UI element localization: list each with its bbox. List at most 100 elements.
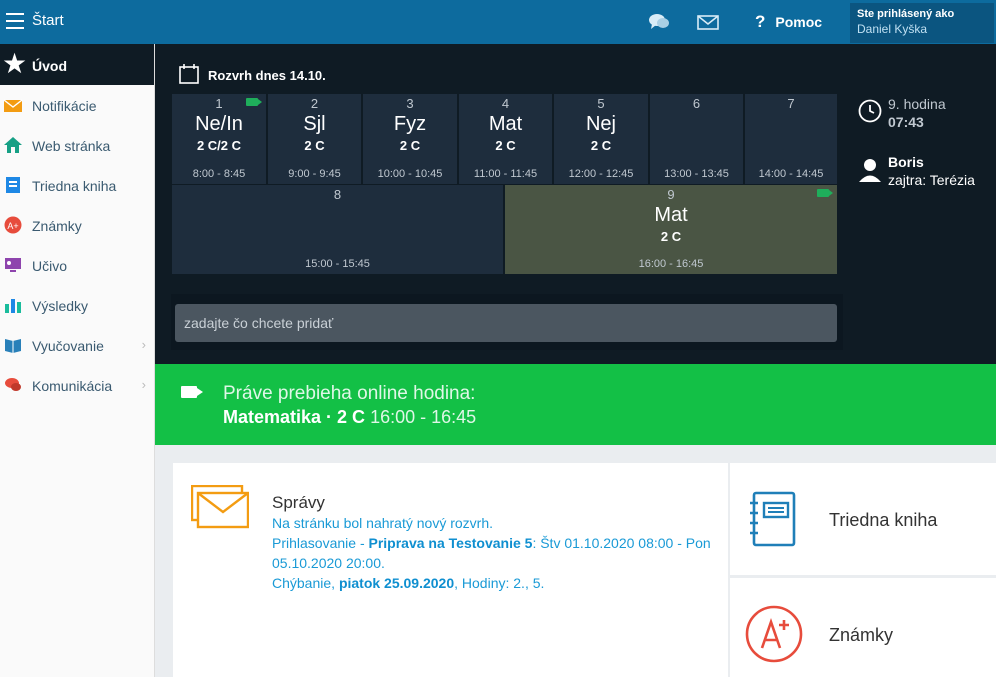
sidebar-item-label: Výsledky xyxy=(32,298,89,314)
help-button[interactable]: ? Pomoc xyxy=(755,12,822,32)
sidebar-item-notifikacie[interactable]: Notifikácie xyxy=(0,85,154,125)
monitor-icon xyxy=(5,258,21,272)
messages-list: Na stránku bol nahratý nový rozvrh. Prih… xyxy=(272,513,722,593)
sidebar-item-label: Známky xyxy=(32,218,82,234)
message-bold: Priprava na Testovanie 5 xyxy=(368,535,533,551)
top-bar: Štart ? Pomoc Ste prihlásený ako Daniel K… xyxy=(0,0,996,44)
online-lesson-line: Matematika · 2 C 16:00 - 16:45 xyxy=(223,407,476,428)
page-title[interactable]: Štart xyxy=(32,12,64,29)
mail-icon[interactable] xyxy=(697,15,719,30)
sidebar-item-vyucovanie[interactable]: Vyučovanie › xyxy=(0,325,154,365)
sidebar-item-label: Učivo xyxy=(32,258,68,274)
tile-triedna-kniha[interactable]: Triedna kniha xyxy=(730,463,996,575)
lesson-number: 9 xyxy=(667,187,675,202)
lesson-time: 14:00 - 14:45 xyxy=(758,168,824,180)
schedule-title-label: Rozvrh dnes 14.10. xyxy=(208,68,326,83)
sidebar-item-label: Vyučovanie xyxy=(32,338,104,354)
clock-icon xyxy=(858,99,882,123)
lesson-number: 2 xyxy=(310,96,319,111)
sidebar-item-vysledky[interactable]: Výsledky xyxy=(0,285,154,325)
messages-card[interactable]: Správy Na stránku bol nahratý nový rozvr… xyxy=(173,463,728,677)
open-book-icon xyxy=(5,339,21,353)
message-text: Prihlasovanie - xyxy=(272,535,369,551)
add-input[interactable]: zadajte čo chcete pridať xyxy=(175,304,837,342)
lesson-number: 4 xyxy=(501,96,510,111)
tile-znamky[interactable]: Známky xyxy=(730,578,996,677)
sidebar-item-ucivo[interactable]: Učivo xyxy=(0,245,154,285)
lesson-cell-6[interactable]: 6 13:00 - 13:45 xyxy=(650,94,743,184)
lesson-cell-9-current[interactable]: 9 Mat 2 C 16:00 - 16:45 xyxy=(505,185,837,274)
lesson-subject: Sjl xyxy=(303,113,326,135)
user-name: Daniel Kyška xyxy=(857,22,928,36)
svg-text:A+: A+ xyxy=(7,221,18,231)
online-lesson-banner[interactable]: Práve prebieha online hodina: Matematika… xyxy=(155,364,996,445)
lesson-time: 13:00 - 13:45 xyxy=(664,168,729,180)
chat-bubbles-icon[interactable] xyxy=(648,12,670,32)
video-camera-icon xyxy=(817,189,833,197)
video-camera-icon xyxy=(181,386,203,398)
lesson-class: 2 C xyxy=(399,138,421,153)
user-title: Ste prihlásený ako xyxy=(857,8,955,20)
lesson-cell-2[interactable]: 2 Sjl 2 C 9:00 - 9:45 xyxy=(268,94,361,184)
duty-tomorrow: zajtra: Terézia xyxy=(888,172,975,188)
add-box: zadajte čo chcete pridať xyxy=(171,294,843,350)
lesson-class: 2 C xyxy=(495,138,516,153)
envelopes-icon xyxy=(191,485,249,529)
lesson-subject: Mat xyxy=(488,113,523,135)
chevron-right-icon: › xyxy=(141,377,146,392)
message-text: Na stránku bol nahratý nový rozvrh. xyxy=(272,515,493,531)
lesson-time: 9:00 - 9:45 xyxy=(288,168,341,180)
user-box[interactable]: Ste prihlásený ako Daniel Kyška xyxy=(850,3,994,43)
help-label: Pomoc xyxy=(775,14,823,30)
help-icon: ? xyxy=(755,12,766,31)
lesson-subject: Fyz xyxy=(393,113,427,135)
notebook-icon xyxy=(750,491,796,547)
online-subject: Matematika · 2 C xyxy=(223,407,366,427)
lesson-time: 15:00 - 15:45 xyxy=(305,258,370,270)
lesson-subject: Ne/In xyxy=(195,113,243,135)
lesson-cell-8[interactable]: 8 15:00 - 15:45 xyxy=(172,185,503,274)
message-item[interactable]: Chýbanie, piatok 25.09.2020, Hodiny: 2.,… xyxy=(272,573,722,593)
tile-label: Známky xyxy=(829,625,894,645)
lesson-subject: Mat xyxy=(654,204,688,226)
lesson-number: 3 xyxy=(406,96,414,111)
message-item[interactable]: Prihlasovanie - Priprava na Testovanie 5… xyxy=(272,533,722,573)
hamburger-menu-icon[interactable] xyxy=(6,13,24,29)
lesson-time: 11:00 - 11:45 xyxy=(473,168,538,180)
sidebar-item-web-stranka[interactable]: Web stránka xyxy=(0,125,154,165)
home-icon xyxy=(4,137,22,153)
calendar-icon xyxy=(179,64,199,84)
current-time: 07:43 xyxy=(888,114,924,130)
lesson-number: 8 xyxy=(333,187,342,202)
sidebar: ★ Úvod Notifikácie Web stránka Triedna k… xyxy=(0,44,155,677)
sidebar-item-triedna-kniha[interactable]: Triedna kniha xyxy=(0,165,154,205)
sidebar-item-komunikacia[interactable]: Komunikácia › xyxy=(0,365,154,405)
message-text: , Hodiny: 2., 5. xyxy=(454,575,545,591)
online-time: 16:00 - 16:45 xyxy=(370,407,477,427)
messages-title: Správy xyxy=(272,493,325,512)
lesson-number: 7 xyxy=(787,96,795,111)
star-icon: ★ xyxy=(2,48,28,79)
chat-icon xyxy=(5,378,21,391)
lesson-cell-7[interactable]: 7 14:00 - 14:45 xyxy=(745,94,837,184)
sidebar-item-uvod[interactable]: ★ Úvod xyxy=(0,44,154,85)
sidebar-item-label: Notifikácie xyxy=(32,98,97,114)
video-camera-icon xyxy=(246,98,262,106)
message-item[interactable]: Na stránku bol nahratý nový rozvrh. xyxy=(272,513,722,533)
lesson-cell-1[interactable]: 1 Ne/In 2 C/2 C 8:00 - 8:45 xyxy=(172,94,266,184)
sidebar-item-znamky[interactable]: A+ Známky xyxy=(0,205,154,245)
lesson-number: 6 xyxy=(692,96,701,111)
message-bold: piatok 25.09.2020 xyxy=(338,575,455,591)
person-icon xyxy=(859,159,881,182)
grade-a-plus-icon xyxy=(745,605,803,663)
lesson-time: 8:00 - 8:45 xyxy=(192,168,246,180)
lesson-cell-4[interactable]: 4 Mat 2 C 11:00 - 11:45 xyxy=(459,94,552,184)
duty-name: Boris xyxy=(888,154,924,170)
message-text: Chýbanie, xyxy=(272,575,339,591)
lesson-class: 2 C xyxy=(304,138,325,153)
grade-icon: A+ xyxy=(4,216,22,234)
tile-label: Triedna kniha xyxy=(829,510,938,530)
lesson-cell-3[interactable]: 3 Fyz 2 C 10:00 - 10:45 xyxy=(363,94,457,184)
lesson-cell-5[interactable]: 5 Nej 2 C 12:00 - 12:45 xyxy=(554,94,648,184)
lesson-time: 12:00 - 12:45 xyxy=(568,168,634,180)
